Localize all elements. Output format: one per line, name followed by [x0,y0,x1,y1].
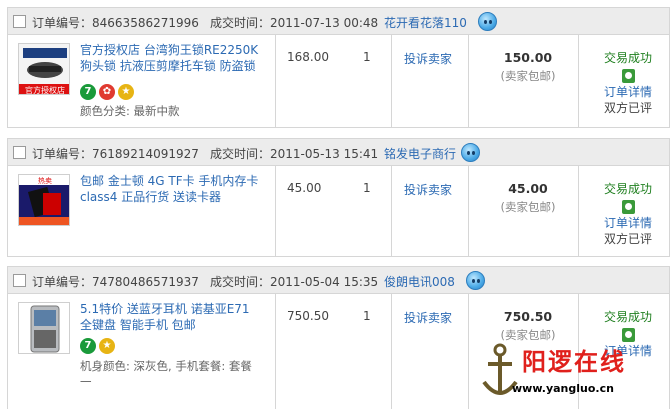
seller-link[interactable]: 俊朗电讯008 [384,273,455,290]
shipping-note: (卖家包邮) [500,200,556,214]
order-status: 交易成功 订单详情 双方已评 [588,50,668,116]
order-header: 订单编号：84663586271996 成交时间：2011-07-13 00:4… [8,8,669,35]
flower-badge-icon: ✿ [99,84,115,100]
order-body: 官方授权店 官方授权店 台湾狗王锁RE2250K 狗头锁 抗液压剪摩托车锁 防盗… [8,35,669,127]
lock-product-image: 官方授权店 [19,44,69,95]
order-number: 84663586271996 [92,16,199,30]
medal-badge-icon: ★ [99,338,115,354]
deal-time-label: 成交时间： [210,275,271,289]
promo-icons: 7 ✿ ★ [80,84,137,102]
deal-time-label: 成交时间： [210,147,271,161]
product-title-link[interactable]: 5.1特价 送蓝牙耳机 诺基亚E71 全键盘 智能手机 包邮 [80,301,260,333]
trade-icon [621,200,635,214]
order-number: 74780486571937 [92,275,199,289]
wangwang-chat-icon[interactable] [461,143,480,162]
product-sku: 颜色分类: 最新中款 [80,104,180,118]
order-number-label: 订单编号： [32,275,93,289]
order-detail-link[interactable]: 订单详情 [588,84,668,100]
watermark-url: www.yangluo.cn [512,382,614,395]
status-text: 交易成功 [603,310,652,324]
order-card: 订单编号：76189214091927 成交时间：2011-05-13 15:4… [7,138,670,257]
unit-price: 45.00 [287,181,322,195]
seller-link[interactable]: 铭发电子商行 [384,145,456,162]
phone-product-image [19,303,69,353]
seven-day-return-icon: 7 [80,338,96,354]
complain-seller-link[interactable]: 投诉卖家 [404,181,452,198]
complain-seller-link[interactable]: 投诉卖家 [404,309,452,326]
shipping-note: (卖家包邮) [500,69,556,83]
deal-time: 2011-05-04 15:35 [270,275,379,289]
status-text: 交易成功 [603,182,652,196]
quantity: 1 [363,309,371,323]
product-title-link[interactable]: 包邮 金士顿 4G TF卡 手机内存卡 class4 正品行货 送读卡器 [80,173,260,205]
memory-card-product-image: 热卖 [19,175,69,225]
deal-time: 2011-05-13 15:41 [270,147,379,161]
wangwang-chat-icon[interactable] [478,12,497,31]
order-checkbox[interactable] [13,274,26,287]
medal-badge-icon: ★ [118,84,134,100]
order-detail-link[interactable]: 订单详情 [588,215,668,231]
order-number-label: 订单编号： [32,16,93,30]
seven-day-return-icon: 7 [80,84,96,100]
unit-price: 750.50 [287,309,329,323]
wangwang-chat-icon[interactable] [466,271,485,290]
order-checkbox[interactable] [13,146,26,159]
order-body: 热卖 包邮 金士顿 4G TF卡 手机内存卡 class4 正品行货 送读卡器 … [8,166,669,256]
order-header: 订单编号：76189214091927 成交时间：2011-05-13 15:4… [8,139,669,166]
watermark-title: 阳逻在线 [522,348,626,376]
quantity: 1 [363,50,371,64]
deal-time-label: 成交时间： [210,16,271,30]
product-thumbnail[interactable] [18,302,70,354]
order-checkbox[interactable] [13,15,26,28]
status-text: 交易成功 [603,51,652,65]
total-price: 45.00 [508,181,548,196]
total-price: 750.50 [503,309,553,324]
seller-link[interactable]: 花开看花落110 [384,14,467,31]
site-watermark: 阳逻在线 www.yangluo.cn [478,340,670,406]
order-card: 订单编号：84663586271996 成交时间：2011-07-13 00:4… [7,7,670,128]
product-sku: 机身颜色: 深灰色, 手机套餐: 套餐一 [80,359,252,389]
promo-icons: 7 ★ [80,338,118,356]
rating-status: 双方已评 [603,101,652,115]
product-thumbnail[interactable]: 官方授权店 [18,43,70,95]
deal-time: 2011-07-13 00:48 [270,16,379,30]
svg-text:热卖: 热卖 [38,176,52,185]
product-thumbnail[interactable]: 热卖 [18,174,70,226]
order-status: 交易成功 订单详情 双方已评 [588,181,668,247]
product-title-link[interactable]: 官方授权店 台湾狗王锁RE2250K 狗头锁 抗液压剪摩托车锁 防盗锁 [80,42,260,74]
total-price: 150.00 [503,50,553,65]
quantity: 1 [363,181,371,195]
order-header: 订单编号：74780486571937 成交时间：2011-05-04 15:3… [8,267,669,294]
order-number: 76189214091927 [92,147,199,161]
trade-icon [621,69,635,83]
order-number-label: 订单编号： [32,147,93,161]
svg-text:官方授权店: 官方授权店 [25,85,65,95]
rating-status: 双方已评 [603,232,652,246]
complain-seller-link[interactable]: 投诉卖家 [404,50,452,67]
unit-price: 168.00 [287,50,329,64]
